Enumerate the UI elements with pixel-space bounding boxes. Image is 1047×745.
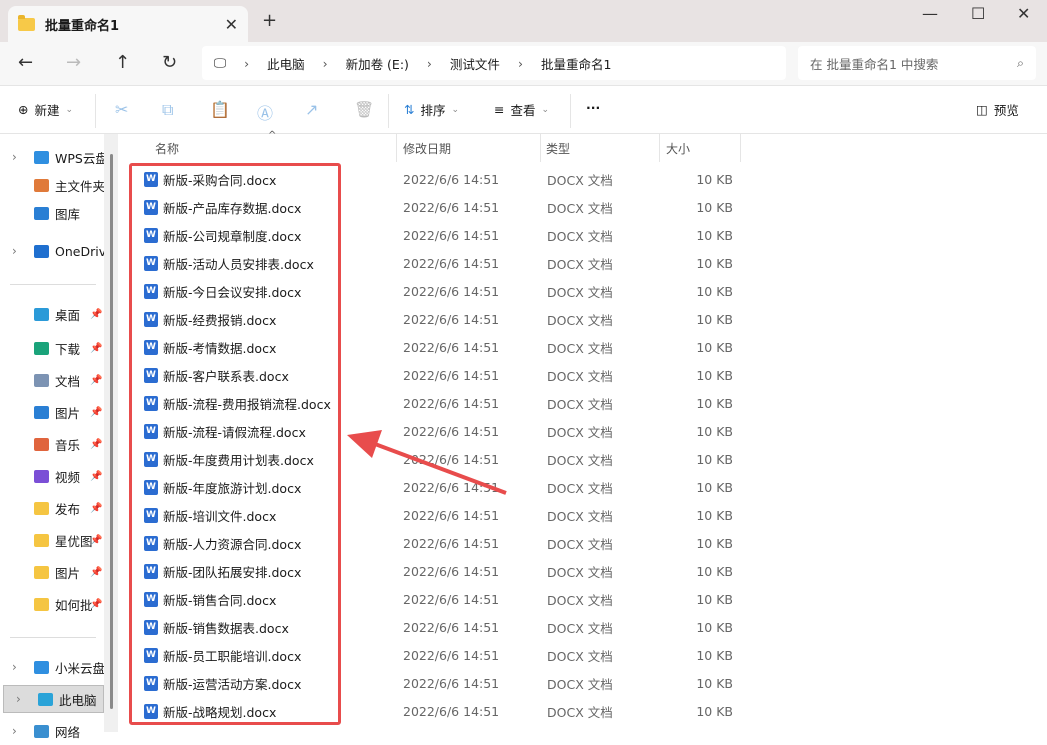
annotation-arrow [347, 430, 507, 495]
